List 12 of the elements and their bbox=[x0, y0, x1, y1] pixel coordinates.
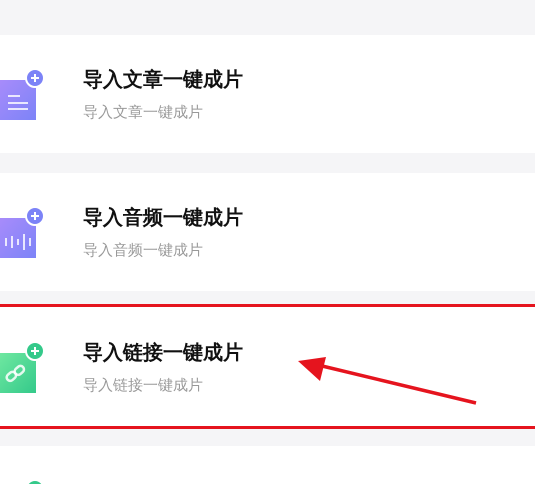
import-option-card[interactable]: 导入音频一键成片 导入音频一键成片 bbox=[0, 173, 535, 291]
option-title: 导入链接一键成片 bbox=[83, 338, 243, 364]
audio-import-icon bbox=[0, 206, 46, 258]
option-title: 导入音频一键成片 bbox=[83, 204, 243, 230]
option-subtitle: 导入文章一键成片 bbox=[83, 102, 204, 122]
article-import-icon bbox=[0, 68, 46, 120]
import-option-card[interactable]: 导入文章一键成片 导入文章一键成片 bbox=[0, 35, 535, 153]
option-subtitle: 导入链接一键成片 bbox=[83, 374, 204, 394]
option-title: 导入文章一键成片 bbox=[83, 66, 243, 92]
option-subtitle: 导入音频一键成片 bbox=[83, 240, 204, 260]
link-import-icon bbox=[0, 340, 46, 392]
import-option-card[interactable]: 导入链接一键成片 导入链接一键成片 bbox=[0, 304, 535, 429]
